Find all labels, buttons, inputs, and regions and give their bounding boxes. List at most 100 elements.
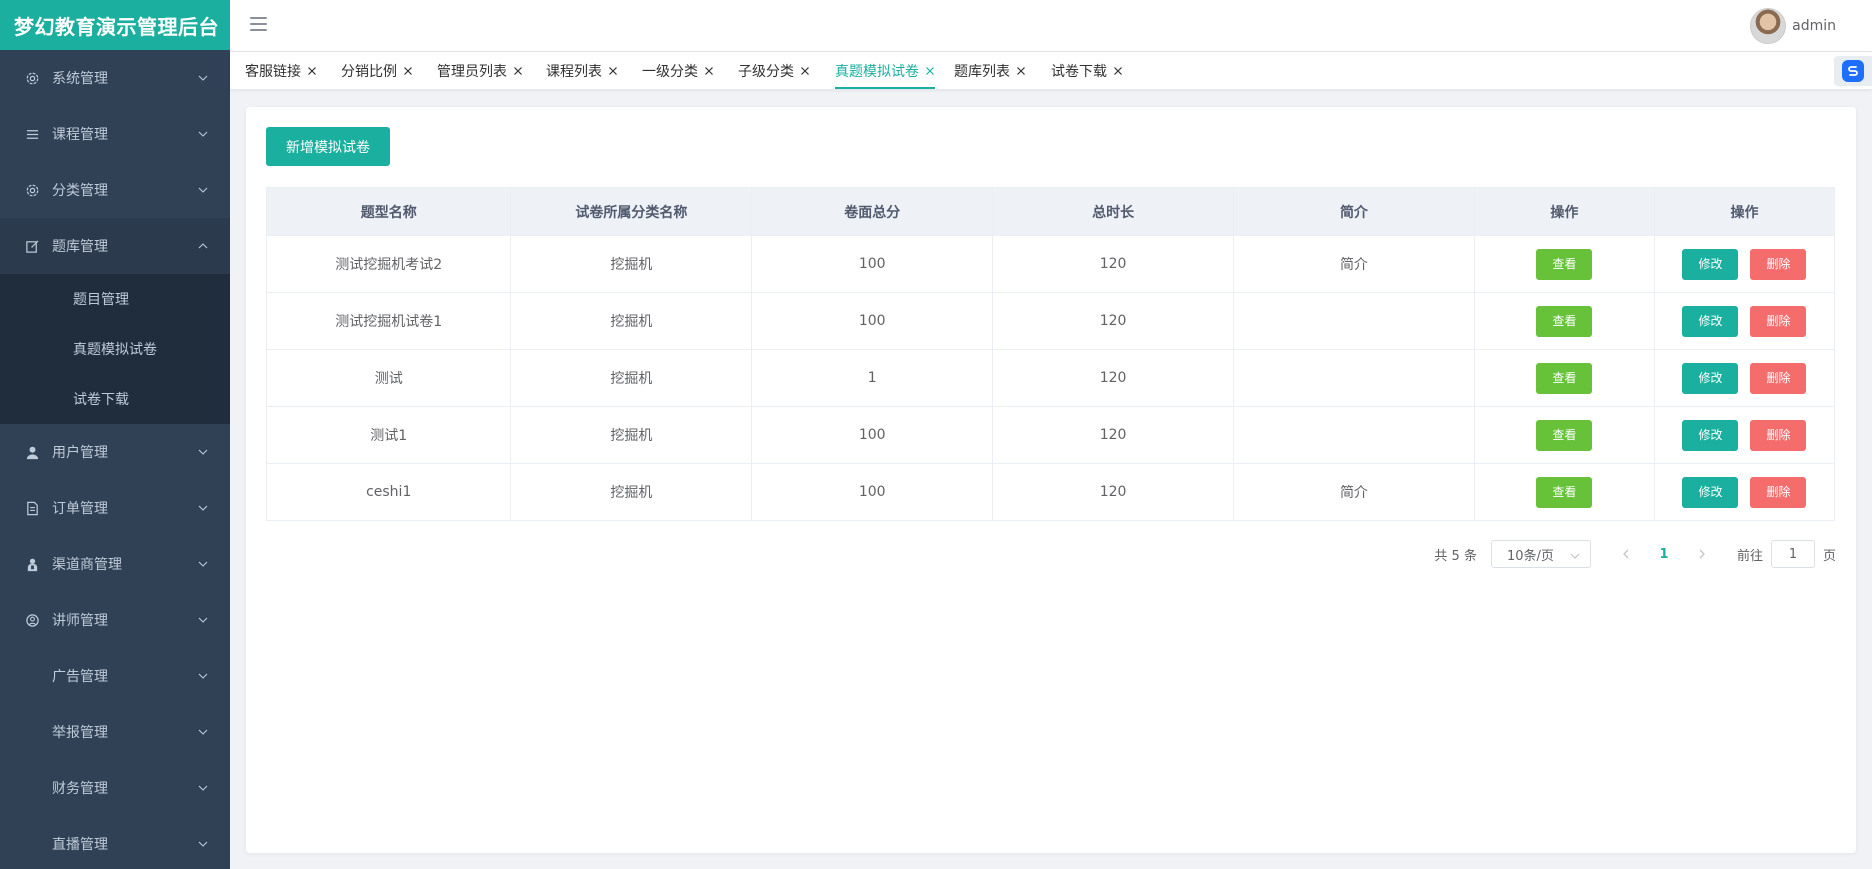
sidebar-item-label: 用户管理: [52, 445, 108, 461]
sidebar-item[interactable]: 用户管理: [0, 424, 230, 480]
column-header: 试卷所属分类名称: [510, 187, 753, 236]
brand-title: 梦幻教育演示管理后台: [0, 0, 230, 50]
submenu-item[interactable]: 试卷下载: [0, 374, 230, 424]
content-card: 新增模拟试卷 题型名称 试卷所属分类名称 卷面总分 总时长 简介 操作 操作 测试挖掘机考试…: [246, 107, 1856, 853]
sidebar-item[interactable]: 分类管理: [0, 162, 230, 218]
column-header: 总时长: [992, 187, 1235, 236]
table-cell: 测试挖掘机考试2: [265, 235, 512, 293]
page-number-current[interactable]: 1: [1649, 540, 1679, 568]
delete-button[interactable]: 删除: [1750, 248, 1807, 280]
table-row: 测试1 挖掘机 100 120 查看 修改 删除: [265, 406, 1836, 464]
close-icon[interactable]: [1016, 66, 1026, 76]
table-cell: 100: [751, 292, 994, 350]
sidebar-item[interactable]: 广告管理: [0, 648, 230, 704]
view-button[interactable]: 查看: [1536, 476, 1593, 508]
sidebar-item-label: 题库管理: [52, 239, 108, 255]
column-header: 操作: [1653, 187, 1836, 236]
table-cell: 测试挖掘机试卷1: [265, 292, 512, 350]
avatar[interactable]: [1750, 8, 1787, 44]
hamburger-icon[interactable]: [250, 17, 267, 32]
prev-page-button[interactable]: [1611, 540, 1641, 568]
tab[interactable]: 真题模拟试卷: [835, 52, 935, 89]
chevron-down-icon: [198, 783, 208, 793]
submenu-item[interactable]: 题目管理: [0, 274, 230, 324]
sidebar-item[interactable]: 订单管理: [0, 480, 230, 536]
sidebar-item[interactable]: 举报管理: [0, 704, 230, 760]
actions-cell: 修改 删除: [1653, 406, 1836, 464]
add-mock-paper-button[interactable]: 新增模拟试卷: [266, 127, 390, 166]
table-cell: [1233, 292, 1475, 350]
edit-button[interactable]: 修改: [1682, 362, 1739, 394]
column-header: 题型名称: [265, 187, 512, 236]
tab-label: 子级分类: [738, 63, 794, 80]
edit-button[interactable]: 修改: [1682, 305, 1739, 337]
sidebar-menu: 系统管理 课程管理 分类管理题库管理题目管理 真题模拟试卷 试卷下载用户管理订单管理渠道…: [0, 50, 230, 869]
tab[interactable]: 客服链接: [245, 52, 317, 89]
table-cell: 挖掘机: [510, 463, 753, 521]
tab-label: 分销比例: [341, 63, 397, 80]
sidebar-item-label: 渠道商管理: [52, 557, 122, 573]
delete-button[interactable]: 删除: [1750, 305, 1807, 337]
view-button[interactable]: 查看: [1536, 248, 1593, 280]
agent-icon: [24, 556, 40, 572]
table-cell: 挖掘机: [510, 349, 753, 407]
actions-cell: 修改 删除: [1653, 235, 1836, 293]
close-icon[interactable]: [800, 66, 810, 76]
tab-label: 管理员列表: [437, 63, 507, 80]
table-cell: 120: [992, 349, 1235, 407]
table-cell: ceshi1: [265, 463, 512, 521]
table-cell: 100: [751, 235, 994, 293]
edit-button[interactable]: 修改: [1682, 419, 1739, 451]
tab[interactable]: 题库列表: [954, 52, 1026, 89]
close-icon[interactable]: [704, 66, 714, 76]
close-icon[interactable]: [608, 66, 618, 76]
view-button[interactable]: 查看: [1536, 419, 1593, 451]
submenu-item[interactable]: 真题模拟试卷: [0, 324, 230, 374]
sidebar-item[interactable]: 课程管理: [0, 106, 230, 162]
sidebar-item[interactable]: 财务管理: [0, 760, 230, 816]
delete-button[interactable]: 删除: [1750, 362, 1807, 394]
tab[interactable]: 分销比例: [341, 52, 413, 89]
next-page-button[interactable]: [1687, 540, 1717, 568]
chevron-left-icon: [1623, 549, 1629, 559]
gear-icon: [24, 182, 40, 198]
tab[interactable]: 管理员列表: [437, 52, 523, 89]
chevron-up-icon: [198, 241, 208, 251]
tab-label: 客服链接: [245, 63, 301, 80]
close-icon[interactable]: [403, 66, 413, 76]
delete-button[interactable]: 删除: [1750, 419, 1807, 451]
tab[interactable]: 试卷下载: [1051, 52, 1123, 89]
pagination-total: 共 5 条: [1434, 548, 1477, 564]
tab[interactable]: 子级分类: [738, 52, 810, 89]
user-menu[interactable]: admin: [1750, 8, 1836, 44]
sidebar-item[interactable]: 系统管理: [0, 50, 230, 106]
chevron-down-icon: [198, 727, 208, 737]
table-row: ceshi1 挖掘机 100 120 简介 查看 修改 删除: [265, 463, 1836, 521]
close-icon[interactable]: [513, 66, 523, 76]
chevron-down-icon: [198, 503, 208, 513]
page-size-select[interactable]: 10条/页: [1490, 540, 1591, 568]
delete-button[interactable]: 删除: [1750, 476, 1807, 508]
actions-cell: 修改 删除: [1653, 349, 1836, 407]
edit-button[interactable]: 修改: [1682, 248, 1739, 280]
sidebar-item[interactable]: 讲师管理: [0, 592, 230, 648]
goto-page-input[interactable]: [1770, 540, 1815, 568]
view-cell: 查看: [1473, 292, 1655, 350]
user-icon: [24, 444, 40, 460]
tab[interactable]: 一级分类: [642, 52, 714, 89]
edit-button[interactable]: 修改: [1682, 476, 1739, 508]
close-icon[interactable]: [1113, 66, 1123, 76]
chevron-right-icon: [1699, 549, 1705, 559]
close-icon[interactable]: [307, 66, 317, 76]
sidebar-item-label: 财务管理: [52, 781, 108, 797]
sidebar-item[interactable]: 题库管理: [0, 218, 230, 274]
close-icon[interactable]: [925, 66, 935, 76]
view-button[interactable]: 查看: [1536, 305, 1593, 337]
view-button[interactable]: 查看: [1536, 362, 1593, 394]
chevron-down-icon: [198, 559, 208, 569]
tab[interactable]: 课程列表: [546, 52, 618, 89]
sidebar-item[interactable]: 渠道商管理: [0, 536, 230, 592]
table-cell: 100: [751, 463, 994, 521]
sidebar-item[interactable]: 直播管理: [0, 816, 230, 869]
floating-tool-button[interactable]: [1834, 56, 1872, 86]
